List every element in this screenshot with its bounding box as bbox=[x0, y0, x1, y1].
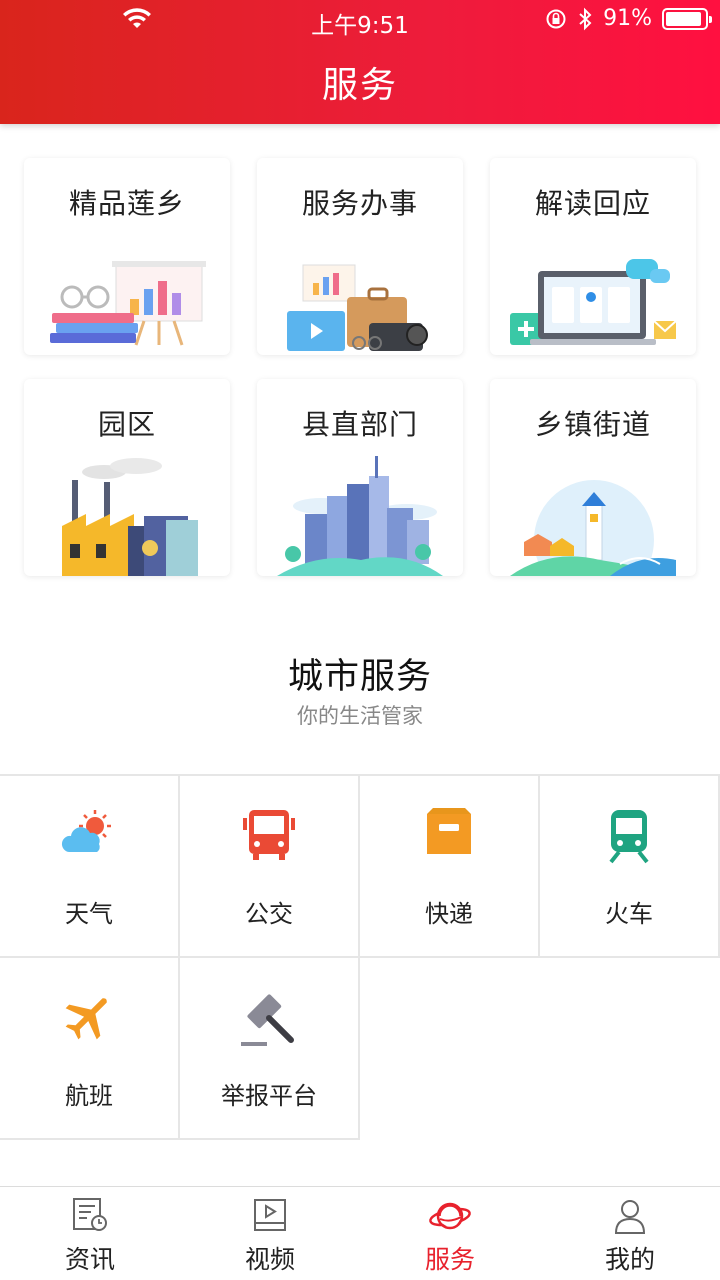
card-label: 解读回应 bbox=[534, 187, 651, 220]
card-label: 县直部门 bbox=[301, 408, 418, 441]
card-yuanqu[interactable]: 园区 bbox=[24, 379, 230, 576]
bottom-tab-bar: 资讯 视频 服务 我的 bbox=[0, 1186, 720, 1280]
video-icon bbox=[254, 1199, 286, 1231]
service-report[interactable]: 举报平台 bbox=[180, 958, 360, 1140]
service-express[interactable]: 快递 bbox=[360, 776, 540, 958]
service-flight[interactable]: 航班 bbox=[0, 958, 180, 1140]
tab-label: 资讯 bbox=[64, 1245, 115, 1274]
status-right: 91% bbox=[545, 6, 712, 31]
section-title: 城市服务 bbox=[287, 657, 432, 697]
planet-icon bbox=[429, 1202, 471, 1230]
tab-label: 我的 bbox=[604, 1245, 655, 1274]
card-xianzhi-bumen[interactable]: 县直部门 bbox=[257, 379, 463, 576]
section-subtitle: 你的生活管家 bbox=[297, 704, 423, 728]
card-jiedu-huiying[interactable]: 解读回应 bbox=[490, 158, 696, 355]
express-box-icon bbox=[427, 808, 471, 854]
service-weather[interactable]: 天气 bbox=[0, 776, 180, 958]
rotation-lock-icon bbox=[546, 9, 566, 28]
laptop-chat-illustration bbox=[510, 259, 677, 345]
card-fuwu-banshi[interactable]: 服务办事 bbox=[257, 158, 463, 355]
train-icon bbox=[609, 810, 649, 864]
service-label: 天气 bbox=[65, 900, 113, 928]
service-label: 快递 bbox=[425, 900, 473, 928]
tab-mine[interactable]: 我的 bbox=[540, 1187, 720, 1280]
card-label: 乡镇街道 bbox=[534, 408, 651, 441]
battery-icon bbox=[662, 7, 712, 30]
books-chart-illustration bbox=[50, 261, 206, 346]
service-train[interactable]: 火车 bbox=[540, 776, 720, 958]
status-bar: 上午9:51 91% bbox=[0, 0, 720, 40]
town-lighthouse-illustration bbox=[510, 480, 676, 576]
app-header: 上午9:51 91% 服务 bbox=[0, 0, 720, 124]
city-buildings-illustration bbox=[277, 456, 443, 576]
service-cards: 精品莲乡 服务办事 解读回应 园区 县直部门 乡镇街道 bbox=[24, 158, 696, 576]
service-label: 航班 bbox=[65, 1082, 113, 1110]
card-label: 园区 bbox=[97, 408, 156, 441]
service-label: 举报平台 bbox=[221, 1082, 317, 1110]
battery-percent: 91% bbox=[603, 6, 652, 31]
user-icon bbox=[614, 1200, 646, 1234]
card-label: 服务办事 bbox=[301, 187, 418, 220]
card-label: 精品莲乡 bbox=[68, 187, 185, 220]
tab-label: 服务 bbox=[424, 1245, 475, 1274]
weather-icon bbox=[61, 810, 111, 852]
tab-service[interactable]: 服务 bbox=[360, 1187, 540, 1280]
airplane-icon bbox=[65, 998, 107, 1040]
factory-illustration bbox=[62, 458, 198, 576]
bus-icon bbox=[243, 810, 295, 860]
tab-news[interactable]: 资讯 bbox=[0, 1187, 180, 1280]
tab-label: 视频 bbox=[244, 1245, 295, 1274]
tab-video[interactable]: 视频 bbox=[180, 1187, 360, 1280]
page-title: 服务 bbox=[321, 65, 398, 106]
bluetooth-icon bbox=[579, 7, 592, 30]
briefcase-illustration bbox=[287, 264, 428, 351]
card-jingpin-lianxiang[interactable]: 精品莲乡 bbox=[24, 158, 230, 355]
card-xiangzhen-jiedao[interactable]: 乡镇街道 bbox=[490, 379, 696, 576]
service-label: 公交 bbox=[245, 900, 293, 928]
service-bus[interactable]: 公交 bbox=[180, 776, 360, 958]
gavel-icon bbox=[241, 994, 294, 1046]
news-icon bbox=[73, 1198, 107, 1231]
service-label: 火车 bbox=[605, 900, 653, 928]
